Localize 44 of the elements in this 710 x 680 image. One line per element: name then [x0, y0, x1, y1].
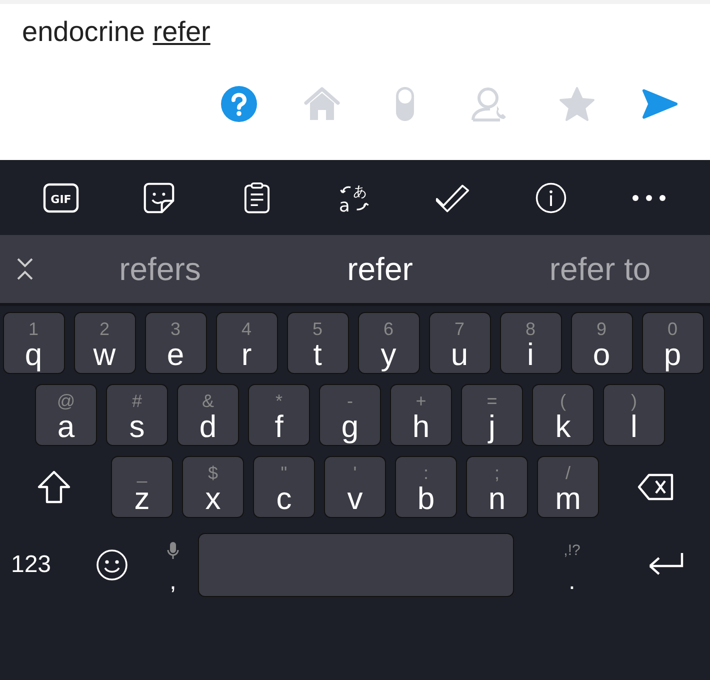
letter-key[interactable]: + h [390, 384, 452, 446]
symbols-key[interactable]: 123 [10, 551, 52, 579]
help-icon[interactable] [221, 86, 257, 122]
sticker-icon[interactable] [141, 182, 177, 214]
gif-button[interactable]: GIF [43, 182, 79, 214]
backspace-icon[interactable] [637, 473, 675, 501]
letter-key[interactable]: ' v [324, 456, 386, 518]
shift-icon[interactable] [36, 469, 72, 505]
letter-key[interactable]: 9 o [570, 312, 632, 374]
letter-key[interactable]: / m [537, 456, 599, 518]
letter-key[interactable]: # s [106, 384, 168, 446]
letter-key[interactable]: 6 y [358, 312, 420, 374]
suggestion[interactable]: refer to [490, 250, 710, 288]
suggestion[interactable]: refer [270, 250, 490, 288]
star-icon[interactable] [559, 86, 595, 122]
letter-key[interactable]: 7 u [428, 312, 490, 374]
emoji-icon[interactable] [96, 549, 128, 581]
period-key[interactable]: ,!? . [557, 534, 587, 596]
letter-key[interactable]: 4 r [216, 312, 278, 374]
info-icon[interactable] [533, 182, 569, 214]
letter-key[interactable]: $ x [182, 456, 244, 518]
letter-key[interactable]: & d [177, 384, 239, 446]
suggestion[interactable]: refers [50, 250, 270, 288]
letter-key[interactable]: @ a [35, 384, 97, 446]
letter-key[interactable]: 2 w [74, 312, 136, 374]
letter-key[interactable]: 0 p [642, 312, 704, 374]
input-text[interactable]: endocrine refer [22, 14, 710, 50]
collapse-icon[interactable] [16, 257, 34, 281]
letter-key[interactable]: = j [461, 384, 523, 446]
letter-key[interactable]: " c [253, 456, 315, 518]
letter-key[interactable]: _ z [111, 456, 173, 518]
letter-key[interactable]: 8 i [500, 312, 562, 374]
letter-key[interactable]: ) l [603, 384, 665, 446]
comma-key[interactable]: , [158, 534, 188, 596]
letter-key[interactable]: - g [319, 384, 381, 446]
letter-key[interactable]: ; n [466, 456, 528, 518]
letter-key[interactable]: * f [248, 384, 310, 446]
letter-key[interactable]: 5 t [286, 312, 348, 374]
letter-key[interactable]: 3 e [144, 312, 206, 374]
letter-key[interactable]: : b [395, 456, 457, 518]
letter-key[interactable]: ( k [532, 384, 594, 446]
check-icon[interactable] [435, 182, 471, 214]
microphone-icon [167, 542, 179, 560]
letter-key[interactable]: 1 q [2, 312, 64, 374]
